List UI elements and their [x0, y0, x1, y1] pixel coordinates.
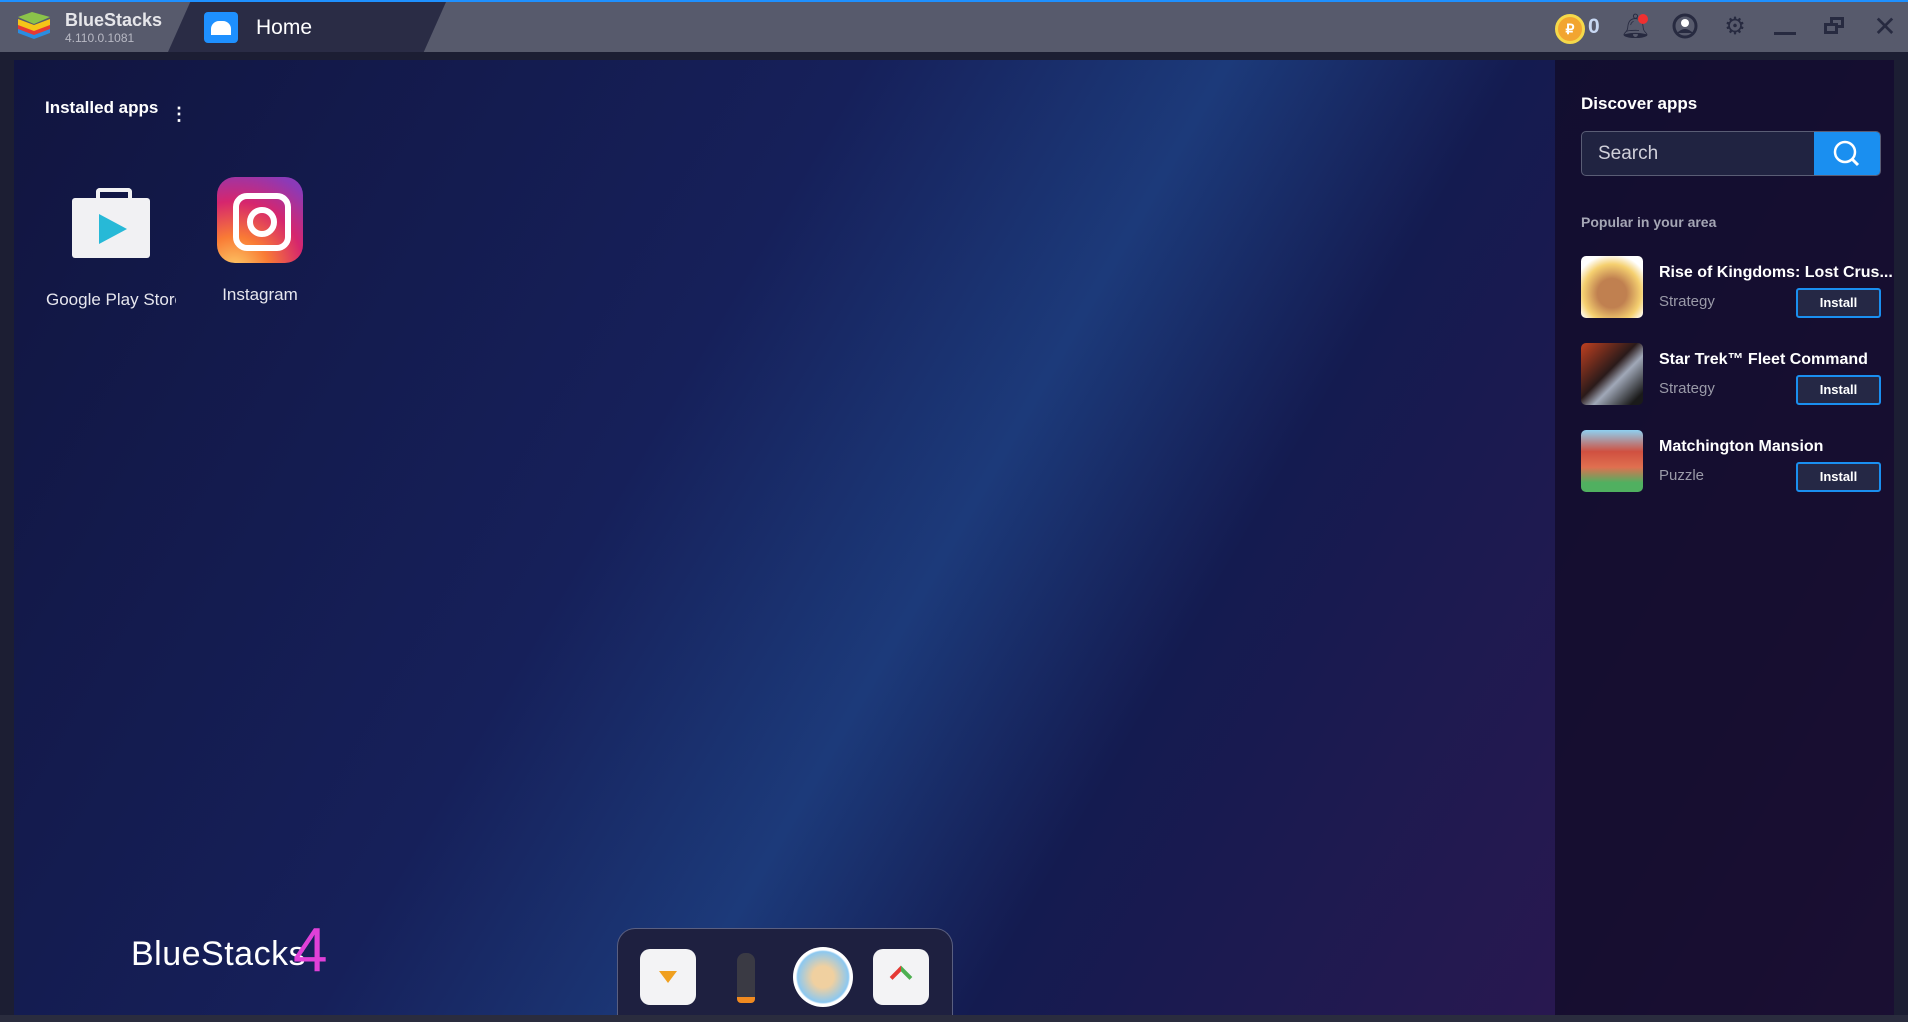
bluestacks-launcher-icon[interactable] — [873, 949, 929, 1005]
search-icon — [1833, 140, 1860, 167]
list-item[interactable]: Star Trek™ Fleet Command Strategy Instal… — [1581, 343, 1881, 407]
instagram-icon — [217, 177, 303, 263]
game-pop-icon[interactable] — [793, 947, 853, 1007]
star-trek-fleet-command-icon — [1581, 343, 1643, 405]
app-title: Matchington Mansion — [1659, 438, 1824, 455]
account-icon[interactable] — [1670, 12, 1700, 42]
install-button[interactable]: Install — [1796, 288, 1881, 318]
brand-text: BlueStacks — [131, 935, 307, 973]
coin-icon[interactable]: ₽ — [1555, 14, 1585, 44]
popular-title: Popular in your area — [1581, 214, 1717, 230]
app-dock — [617, 928, 953, 1018]
minimize-icon[interactable] — [1770, 12, 1800, 42]
install-button[interactable]: Install — [1796, 462, 1881, 492]
more-options-icon[interactable]: ⋮ — [170, 104, 188, 125]
doberman-game-icon[interactable] — [718, 949, 774, 1005]
title-bar: BlueStacks 4.110.0.1081 Home ₽ 0 🔔︎ ⚙ ✕ — [0, 0, 1908, 52]
install-button[interactable]: Install — [1796, 375, 1881, 405]
notification-bell-icon[interactable]: 🔔︎ — [1620, 12, 1650, 42]
window-border — [0, 52, 14, 1022]
app-category: Strategy — [1659, 293, 1715, 310]
search-input[interactable] — [1582, 132, 1816, 175]
tab-home-label: Home — [256, 16, 313, 39]
home-icon — [204, 12, 238, 43]
search-box — [1581, 131, 1881, 176]
app-center-icon[interactable] — [640, 949, 696, 1005]
bottom-border — [0, 1015, 1908, 1022]
coin-count: 0 — [1588, 15, 1600, 38]
app-title: Rise of Kingdoms: Lost Crus... — [1659, 264, 1893, 281]
app-category: Strategy — [1659, 380, 1715, 397]
bluestacks-4-logo: BlueStacks 4 — [131, 916, 327, 985]
app-name: BlueStacks — [65, 10, 163, 30]
app-instagram[interactable]: Instagram — [195, 177, 325, 305]
discover-panel: Discover apps Popular in your area Rise … — [1555, 60, 1894, 1015]
discover-apps-title: Discover apps — [1581, 94, 1698, 113]
app-label: Google Play Store — [46, 290, 176, 309]
brand-version-mark: 4 — [293, 916, 328, 985]
app-logo-area: BlueStacks 4.110.0.1081 — [0, 2, 200, 52]
restore-window-icon[interactable] — [1820, 12, 1850, 42]
app-label: Instagram — [222, 285, 298, 304]
list-item[interactable]: Matchington Mansion Puzzle Install — [1581, 430, 1881, 494]
list-item[interactable]: Rise of Kingdoms: Lost Crus... Strategy … — [1581, 256, 1893, 320]
installed-apps-title: Installed apps — [45, 98, 159, 117]
search-button[interactable] — [1814, 132, 1880, 175]
bluestacks-logo-icon — [18, 12, 50, 39]
matchington-mansion-icon — [1581, 430, 1643, 492]
app-version: 4.110.0.1081 — [65, 31, 135, 45]
close-icon[interactable]: ✕ — [1870, 12, 1900, 42]
app-google-play-store[interactable]: Google Play Store — [46, 178, 176, 310]
app-title: Star Trek™ Fleet Command — [1659, 351, 1868, 368]
app-category: Puzzle — [1659, 467, 1705, 484]
settings-gear-icon[interactable]: ⚙ — [1720, 12, 1750, 42]
tab-home[interactable]: Home — [168, 2, 446, 52]
rise-of-kingdoms-icon — [1581, 256, 1643, 318]
google-play-store-icon — [72, 188, 150, 258]
